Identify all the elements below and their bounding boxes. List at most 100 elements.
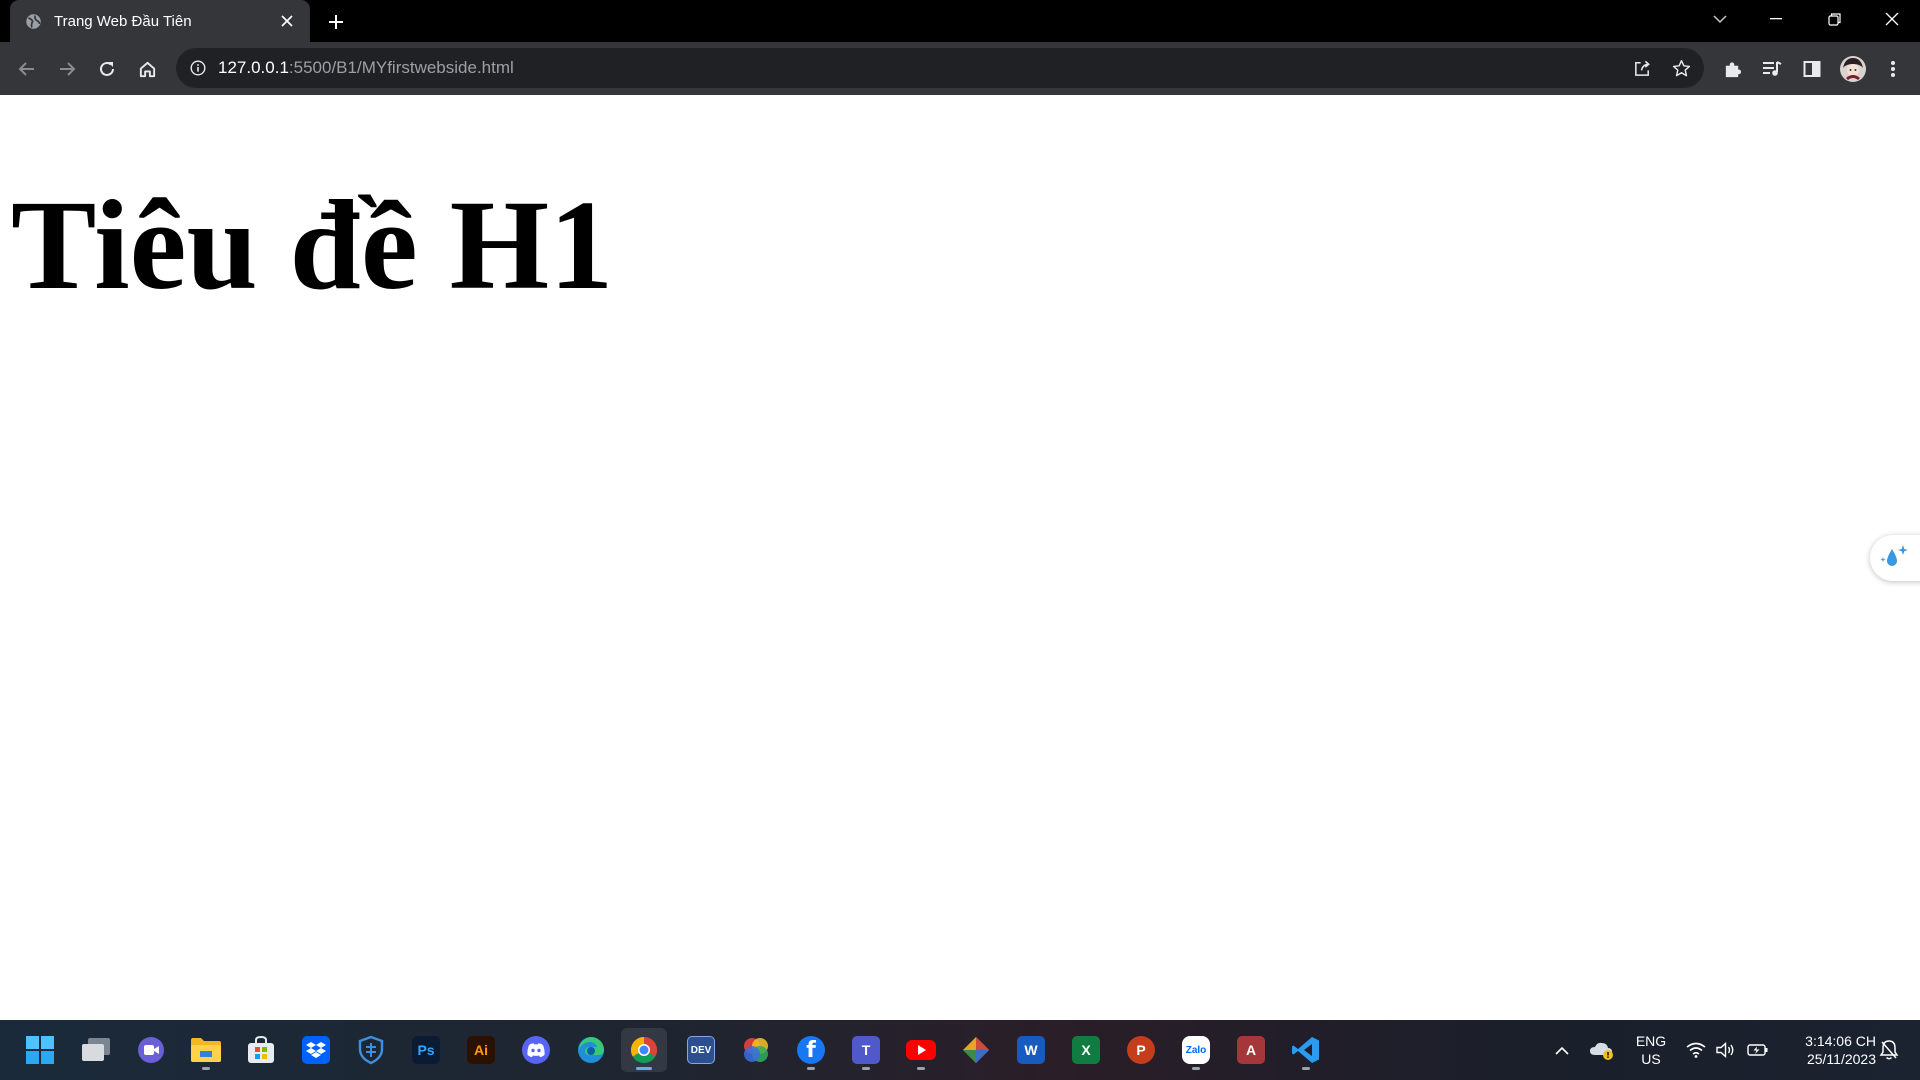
tab-close-icon[interactable] <box>276 10 298 32</box>
clock-time: 3:14:06 CH <box>1805 1033 1876 1049</box>
active-indicator <box>636 1067 652 1070</box>
task-view-icon <box>82 1038 110 1061</box>
page-viewport: Tiêu đề H1 <box>0 95 1920 1020</box>
illustrator-button[interactable]: Ai <box>458 1028 504 1072</box>
store-bag-icon <box>248 1035 274 1063</box>
start-button[interactable] <box>17 1028 63 1072</box>
running-indicator <box>1302 1067 1310 1070</box>
word-icon: W <box>1017 1036 1045 1064</box>
address-url: 127.0.0.1:5500/B1/MYfirstwebside.html <box>218 48 514 88</box>
access-icon: A <box>1237 1036 1265 1064</box>
dev-c-icon: DEV <box>687 1036 715 1064</box>
onedrive-warning-icon[interactable] <box>1588 1036 1616 1064</box>
vscode-icon <box>1292 1037 1319 1063</box>
facebook-button[interactable]: f <box>788 1028 834 1072</box>
language-code: ENG <box>1635 1033 1667 1049</box>
dropbox-icon <box>302 1036 330 1064</box>
taskbar: Ps Ai DEV f T W X P Zalo A ENG US 3:14:0… <box>0 1020 1920 1080</box>
edge-icon <box>578 1037 604 1063</box>
chrome-icon <box>630 1036 658 1064</box>
running-indicator <box>1192 1067 1200 1070</box>
back-button[interactable] <box>10 52 44 86</box>
diamond-icon <box>963 1037 989 1063</box>
volume-icon[interactable] <box>1713 1038 1739 1062</box>
facebook-icon: f <box>797 1036 825 1064</box>
task-view-button[interactable] <box>73 1028 119 1072</box>
access-button[interactable]: A <box>1228 1028 1274 1072</box>
address-bar[interactable]: 127.0.0.1:5500/B1/MYfirstwebside.html <box>176 48 1704 88</box>
shield-app-button[interactable] <box>348 1028 394 1072</box>
zalo-button[interactable]: Zalo <box>1173 1028 1219 1072</box>
home-button[interactable] <box>130 52 164 86</box>
camera-chat-icon <box>138 1037 164 1063</box>
powerpoint-icon: P <box>1127 1036 1155 1064</box>
new-tab-button[interactable] <box>322 8 350 36</box>
url-host: 127.0.0.1 <box>218 58 289 77</box>
restore-button[interactable] <box>1806 0 1862 38</box>
tab-search-chevron-icon[interactable] <box>1692 0 1748 38</box>
shield-icon <box>358 1035 384 1065</box>
wifi-icon[interactable] <box>1683 1038 1709 1062</box>
teams-button[interactable]: T <box>843 1028 889 1072</box>
notification-bell-icon[interactable] <box>1874 1036 1904 1064</box>
globe-icon <box>24 12 42 30</box>
windows-logo-icon <box>26 1036 54 1064</box>
youtube-icon <box>906 1040 936 1060</box>
chat-button[interactable] <box>128 1028 174 1072</box>
excel-button[interactable]: X <box>1063 1028 1109 1072</box>
running-indicator <box>862 1067 870 1070</box>
profile-avatar[interactable] <box>1836 52 1870 86</box>
side-panel-icon[interactable] <box>1795 52 1829 86</box>
diamond-app-button[interactable] <box>953 1028 999 1072</box>
clock-date: 25/11/2023 <box>1806 1051 1876 1067</box>
folder-icon <box>191 1038 221 1062</box>
minimize-button[interactable] <box>1748 0 1804 38</box>
powerpoint-button[interactable]: P <box>1118 1028 1164 1072</box>
share-icon[interactable] <box>1626 52 1658 84</box>
language-indicator[interactable]: ENG US <box>1628 1031 1674 1069</box>
tab-title: Trang Web Đầu Tiên <box>54 12 192 30</box>
keyboard-layout: US <box>1641 1051 1661 1067</box>
dropbox-button[interactable] <box>293 1028 339 1072</box>
url-path: :5500/B1/MYfirstwebside.html <box>288 58 514 77</box>
excel-icon: X <box>1072 1036 1100 1064</box>
discord-button[interactable] <box>513 1028 559 1072</box>
menu-kebab-icon[interactable] <box>1876 52 1910 86</box>
browser-tab[interactable]: Trang Web Đầu Tiên <box>10 0 310 42</box>
edge-button[interactable] <box>568 1028 614 1072</box>
page-heading-h1: Tiêu đề H1 <box>11 174 614 316</box>
running-indicator <box>202 1067 210 1070</box>
color-wheel-icon <box>744 1038 768 1062</box>
file-explorer-button[interactable] <box>183 1028 229 1072</box>
zalo-icon: Zalo <box>1182 1036 1210 1064</box>
bookmark-star-icon[interactable] <box>1665 52 1697 84</box>
side-widget-button[interactable] <box>1870 535 1920 581</box>
reload-button[interactable] <box>90 52 124 86</box>
photoshop-button[interactable]: Ps <box>403 1028 449 1072</box>
tray-overflow-chevron-icon[interactable] <box>1550 1038 1574 1062</box>
clock[interactable]: 3:14:06 CH 25/11/2023 <box>1780 1029 1876 1071</box>
close-window-button[interactable] <box>1864 0 1920 38</box>
photoshop-icon: Ps <box>412 1036 440 1064</box>
dev-c-button[interactable]: DEV <box>678 1028 724 1072</box>
site-info-icon[interactable] <box>186 56 210 80</box>
teams-icon: T <box>852 1036 880 1064</box>
chrome-button[interactable] <box>621 1028 667 1072</box>
extensions-puzzle-icon[interactable] <box>1715 52 1749 86</box>
running-indicator <box>917 1067 925 1070</box>
microsoft-store-button[interactable] <box>238 1028 284 1072</box>
forward-button[interactable] <box>50 52 84 86</box>
media-queue-icon[interactable] <box>1755 52 1789 86</box>
screen: Trang Web Đầu Tiên 127.0.0.1:5500/B1/MYf… <box>0 0 1920 1080</box>
water-drop-sparkle-icon <box>1880 545 1908 566</box>
browser-toolbar: 127.0.0.1:5500/B1/MYfirstwebside.html <box>0 42 1920 95</box>
tab-strip: Trang Web Đầu Tiên <box>0 0 1920 42</box>
youtube-button[interactable] <box>898 1028 944 1072</box>
illustrator-icon: Ai <box>467 1036 495 1064</box>
running-indicator <box>807 1067 815 1070</box>
color-wheel-button[interactable] <box>733 1028 779 1072</box>
word-button[interactable]: W <box>1008 1028 1054 1072</box>
discord-icon <box>522 1036 550 1064</box>
battery-charging-icon[interactable] <box>1744 1038 1772 1062</box>
vscode-button[interactable] <box>1283 1028 1329 1072</box>
